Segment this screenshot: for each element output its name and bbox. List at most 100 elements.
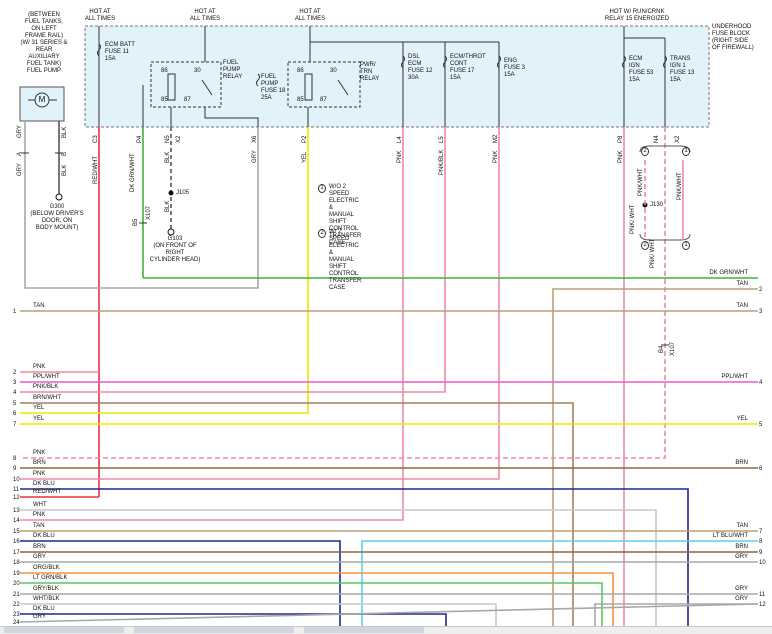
pin-c3: C3 bbox=[93, 135, 99, 143]
relay1-pin-30: 30 bbox=[194, 68, 201, 74]
left-wire-number: 2 bbox=[13, 370, 17, 376]
ground-g103-label: G103 (ON FRONT OF RIGHT CYLINDER HEAD) bbox=[149, 236, 201, 263]
left-wire-number: 3 bbox=[13, 380, 17, 386]
right-wire-label: TAN bbox=[736, 523, 748, 529]
left-wire-label: PNK bbox=[33, 364, 46, 370]
pin-x2-b: X2 bbox=[675, 135, 681, 143]
connector-x107-a: X107 bbox=[146, 205, 152, 220]
left-wire-label: RED/WHT bbox=[33, 489, 61, 495]
right-wire-label: GRY bbox=[735, 596, 748, 602]
left-wire-number: 14 bbox=[13, 518, 20, 524]
right-wire-label: LT BLU/WHT bbox=[712, 533, 748, 539]
note-2-number: 2 bbox=[318, 229, 326, 238]
left-wire-label: TAN bbox=[33, 303, 45, 309]
wire-label-yel: YEL bbox=[302, 151, 308, 163]
left-wire-number: 13 bbox=[13, 508, 20, 514]
option-marker-bottom-right: 1 bbox=[682, 241, 690, 250]
ecm-batt-fuse-label: ECM BATT FUSE 11 15A bbox=[105, 42, 135, 62]
connector-a: A bbox=[17, 151, 23, 156]
left-wire-number: 7 bbox=[13, 422, 17, 428]
left-wire-label: GRY/BLK bbox=[33, 586, 59, 592]
splice-j130-label: J130 bbox=[650, 202, 664, 208]
wire-label-gry-b: GRY bbox=[17, 163, 23, 176]
relay2-pin-30: 30 bbox=[330, 68, 337, 74]
wire-label-blk-d: BLK bbox=[165, 200, 171, 212]
left-wire-number: 12 bbox=[13, 495, 20, 501]
wire-label-pnk-b: PNK bbox=[493, 150, 499, 163]
relay1-pin-87: 87 bbox=[184, 97, 191, 103]
wire-label-blk-c: BLK bbox=[165, 151, 171, 163]
left-wire-label: DK BLU bbox=[33, 606, 55, 612]
right-wire-number: 5 bbox=[759, 422, 763, 428]
right-wire-number: 8 bbox=[759, 539, 763, 545]
taskbar-item-1[interactable] bbox=[4, 627, 124, 633]
right-wire-label: TAN bbox=[736, 281, 748, 287]
right-wire-number: 3 bbox=[759, 309, 763, 315]
wire-label-redwht: RED/WHT bbox=[93, 156, 99, 184]
left-wire-label: TAN bbox=[33, 523, 45, 529]
left-wire-number: 23 bbox=[13, 612, 20, 618]
right-wire-label: DK GRN/WHT bbox=[709, 270, 748, 276]
left-wire-label: BRN bbox=[33, 460, 46, 466]
fuel-pump-location-label: (BETWEEN FUEL TANKS, ON LEFT FRAME RAIL)… bbox=[20, 12, 68, 74]
hot-at-all-times-1: HOT AT ALL TIMES bbox=[84, 9, 116, 22]
left-wire-label: GRY bbox=[33, 614, 46, 620]
wire-label-pnkwht-c: PNK/ WHT bbox=[630, 204, 636, 234]
pin-x6: X6 bbox=[252, 135, 258, 143]
relay2-pin-87: 87 bbox=[320, 97, 327, 103]
left-wire-number: 20 bbox=[13, 581, 20, 587]
left-wire-number: 10 bbox=[13, 477, 20, 483]
left-wire-number: 18 bbox=[13, 560, 20, 566]
right-wire-number: 2 bbox=[759, 287, 763, 293]
pin-n5: N5 bbox=[165, 135, 171, 143]
option-marker-bottom-left: 2 bbox=[641, 241, 649, 250]
note-1-number: 1 bbox=[318, 184, 326, 193]
trans-ign-fuse-label: TRANS IGN 1 FUSE 13 15A bbox=[670, 56, 695, 83]
note-2: 2 W/ 2 SPEED ELECTRIC & MANUAL SHIFT CON… bbox=[318, 229, 361, 291]
left-wire-label: ORG/BLK bbox=[33, 565, 60, 571]
right-wire-number: 10 bbox=[759, 560, 766, 566]
right-wire-number: 9 bbox=[759, 550, 763, 556]
wire-label-pnkwht-b: PNK/WHT bbox=[677, 172, 683, 200]
right-wire-number: 6 bbox=[759, 466, 763, 472]
pin-p8: P8 bbox=[618, 135, 624, 143]
pin-p2: P2 bbox=[302, 135, 308, 143]
fuel-pump-motor-label: M bbox=[38, 95, 46, 104]
left-wire-number: 1 bbox=[13, 309, 17, 315]
left-wire-number: 5 bbox=[13, 401, 17, 407]
relay2-pin-86: 86 bbox=[297, 68, 304, 74]
wire-label-dkgrnwht: DK GRN/WHT bbox=[130, 153, 136, 192]
left-wire-number: 6 bbox=[13, 411, 17, 417]
taskbar-item-2[interactable] bbox=[134, 627, 294, 633]
left-wire-number: 11 bbox=[13, 487, 20, 493]
wire-label-blk-b: BLK bbox=[62, 164, 68, 176]
left-wire-label: PPL/WHT bbox=[33, 374, 60, 380]
wire-label-pnk-c: PNK bbox=[618, 150, 624, 163]
left-wire-label: PNK bbox=[33, 512, 46, 518]
pin-l5: L5 bbox=[439, 136, 445, 143]
right-wire-label: TAN bbox=[736, 303, 748, 309]
left-wire-label: PNK bbox=[33, 450, 46, 456]
pin-m2: M2 bbox=[493, 134, 499, 143]
left-wire-number: 17 bbox=[13, 550, 20, 556]
eng-fuse-label: ENG FUSE 3 15A bbox=[504, 58, 526, 78]
fuel-pump-fuse-label: FUEL PUMP FUSE 18 25A bbox=[261, 74, 286, 101]
left-wire-label: PNK bbox=[33, 471, 46, 477]
right-wire-label: PPL/WHT bbox=[721, 374, 748, 380]
connector-b: B bbox=[62, 151, 68, 156]
left-wire-number: 8 bbox=[13, 456, 17, 462]
right-wire-label: BRN bbox=[735, 460, 748, 466]
wire-label-pnkblk: PNK/BLK bbox=[439, 149, 445, 175]
right-wire-number: 12 bbox=[759, 602, 766, 608]
hot-at-all-times-3: HOT AT ALL TIMES bbox=[294, 9, 326, 22]
pin-p4: P4 bbox=[137, 135, 143, 143]
left-wire-number: 19 bbox=[13, 571, 20, 577]
taskbar-item-3[interactable] bbox=[304, 627, 424, 633]
relay2-pin-85: 85 bbox=[297, 97, 304, 103]
right-wire-label: YEL bbox=[736, 416, 748, 422]
underhood-fuse-block-label: UNDERHOOD FUSE BLOCK (RIGHT SIDE OF FIRE… bbox=[712, 24, 754, 51]
left-wire-label: GRY bbox=[33, 554, 46, 560]
ground-g300-label: G300 (BELOW DRIVER'S DOOR, ON BODY MOUNT… bbox=[30, 204, 84, 231]
left-wire-label: YEL bbox=[33, 416, 45, 422]
ecm-throt-fuse-label: ECM/THROT CONT FUSE 17 15A bbox=[450, 54, 486, 81]
